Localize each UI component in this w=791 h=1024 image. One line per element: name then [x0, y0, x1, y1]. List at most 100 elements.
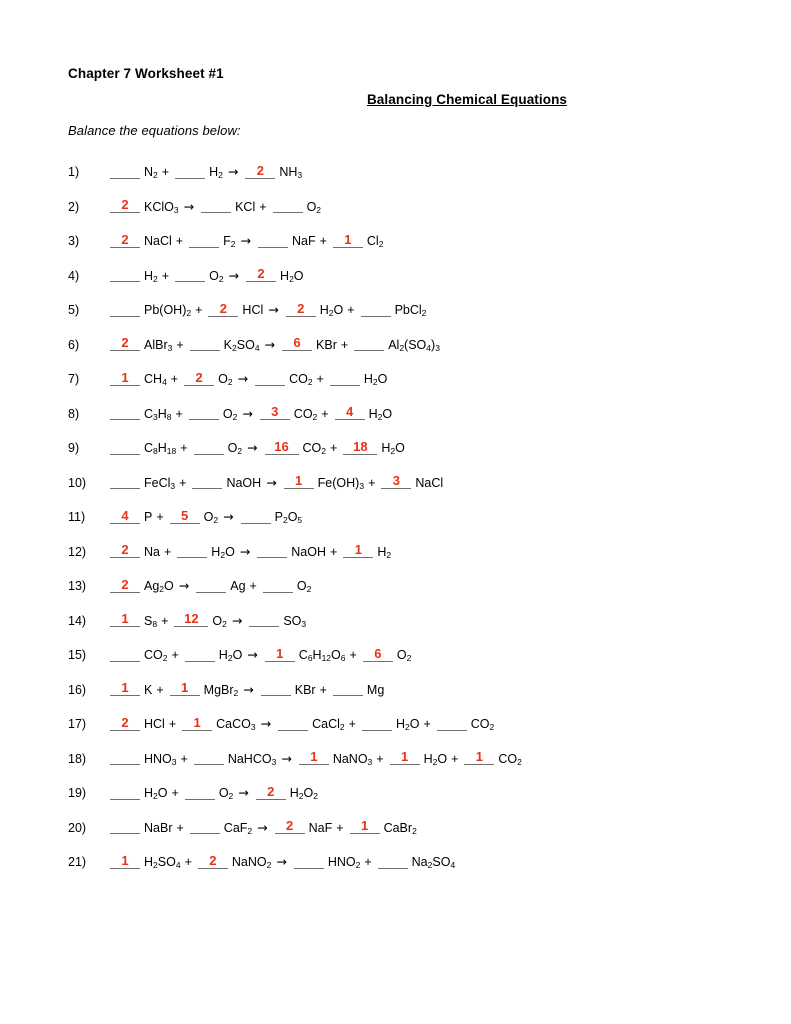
coefficient-blank[interactable] [184, 784, 215, 800]
chemical-formula: NaNO3 [332, 751, 373, 767]
coefficient-answer: 1 [310, 749, 318, 764]
coefficient-blank[interactable]: 2 [110, 577, 140, 593]
coefficient-blank[interactable] [262, 577, 293, 593]
coefficient-blank[interactable]: 5 [169, 508, 200, 524]
coefficient-blank[interactable]: 4 [334, 404, 365, 420]
coefficient-blank[interactable]: 2 [208, 301, 239, 317]
coefficient-blank[interactable]: 1 [343, 542, 374, 558]
coefficient-blank[interactable]: 1 [110, 370, 140, 386]
coefficient-blank[interactable] [110, 439, 140, 455]
coefficient-blank[interactable]: 1 [182, 715, 213, 731]
formula-subscript: 6 [340, 653, 346, 663]
coefficient-blank[interactable] [332, 680, 363, 696]
coefficient-blank[interactable] [260, 680, 291, 696]
coefficient-blank[interactable] [257, 542, 288, 558]
coefficient-answer: 1 [344, 231, 352, 247]
coefficient-blank[interactable]: 16 [264, 439, 299, 455]
formula-subscript: 2 [307, 377, 313, 387]
chemical-formula: H2 [144, 268, 158, 284]
coefficient-blank[interactable] [255, 370, 286, 386]
equation-number: 19) [68, 786, 87, 800]
coefficient-blank[interactable]: 3 [259, 404, 290, 420]
coefficient-blank[interactable]: 1 [110, 680, 140, 696]
coefficient-blank[interactable] [110, 301, 140, 317]
coefficient-blank[interactable] [293, 853, 324, 869]
coefficient-blank[interactable]: 3 [381, 473, 412, 489]
equation-body: 2 KClO3 → KCl + O2 [108, 197, 322, 221]
coefficient-blank[interactable] [175, 266, 206, 282]
coefficient-blank[interactable]: 2 [255, 784, 286, 800]
coefficient-answer: 1 [400, 749, 409, 764]
coefficient-blank[interactable] [189, 232, 220, 248]
plus-operator: + [176, 820, 184, 835]
coefficient-blank[interactable] [193, 749, 224, 765]
coefficient-blank[interactable] [189, 818, 220, 834]
coefficient-blank[interactable]: 2 [246, 266, 277, 282]
plus-operator: + [176, 337, 184, 352]
coefficient-blank[interactable]: 1 [332, 231, 363, 248]
plus-operator: + [171, 648, 179, 662]
coefficient-blank[interactable] [110, 749, 140, 765]
coefficient-blank[interactable] [192, 473, 223, 489]
coefficient-blank[interactable]: 2 [110, 715, 140, 731]
coefficient-blank[interactable]: 2 [110, 232, 140, 248]
chemical-formula: CaCO3 [216, 717, 256, 732]
coefficient-blank[interactable]: 1 [464, 749, 495, 765]
chemical-formula: NH3 [279, 165, 303, 180]
coefficient-blank[interactable] [175, 163, 206, 179]
formula-subscript: 2 [404, 722, 410, 732]
coefficient-blank[interactable]: 2 [110, 542, 140, 558]
coefficient-blank[interactable]: 1 [389, 749, 420, 765]
coefficient-blank[interactable] [110, 784, 140, 800]
coefficient-blank[interactable] [188, 404, 219, 420]
coefficient-blank[interactable]: 4 [110, 508, 140, 524]
coefficient-blank[interactable]: 1 [298, 749, 329, 765]
coefficient-blank[interactable] [377, 853, 408, 869]
coefficient-blank[interactable] [436, 715, 467, 731]
coefficient-blank[interactable] [184, 646, 215, 662]
chemical-formula: NaNO2 [231, 855, 272, 870]
coefficient-blank[interactable]: 1 [169, 680, 200, 696]
coefficient-blank[interactable] [110, 473, 140, 489]
coefficient-blank[interactable] [201, 197, 232, 213]
equation-body: 2 Ag2O → Ag + O2 [108, 577, 312, 601]
coefficient-blank[interactable] [196, 577, 227, 593]
plus-operator: + [348, 717, 356, 731]
coefficient-blank[interactable] [110, 404, 140, 420]
coefficient-blank[interactable] [110, 163, 140, 179]
coefficient-blank[interactable] [110, 266, 140, 282]
coefficient-blank[interactable] [278, 715, 309, 731]
coefficient-blank[interactable]: 2 [110, 335, 140, 351]
coefficient-blank[interactable]: 6 [362, 646, 393, 662]
coefficient-blank[interactable]: 1 [110, 853, 140, 869]
coefficient-blank[interactable] [110, 818, 140, 834]
coefficient-blank[interactable]: 18 [343, 439, 378, 455]
coefficient-blank[interactable] [193, 439, 224, 455]
coefficient-blank[interactable] [257, 232, 288, 248]
coefficient-blank[interactable]: 2 [285, 301, 316, 317]
coefficient-blank[interactable] [110, 646, 140, 662]
coefficient-blank[interactable] [354, 335, 385, 351]
coefficient-blank[interactable]: 2 [197, 853, 228, 869]
coefficient-blank[interactable]: 1 [264, 646, 295, 662]
coefficient-blank[interactable] [329, 370, 360, 386]
coefficient-blank[interactable]: 12 [174, 611, 209, 627]
coefficient-blank[interactable] [177, 542, 208, 558]
coefficient-blank[interactable]: 2 [245, 163, 276, 179]
coefficient-blank[interactable] [189, 335, 220, 351]
coefficient-blank[interactable]: 1 [283, 473, 314, 489]
chemical-formula: CH4 [144, 372, 167, 387]
coefficient-blank[interactable]: 1 [349, 818, 380, 834]
coefficient-blank[interactable]: 1 [110, 611, 140, 627]
coefficient-blank[interactable]: 2 [184, 370, 215, 386]
coefficient-blank[interactable] [361, 715, 392, 731]
coefficient-blank[interactable]: 2 [110, 197, 140, 213]
coefficient-blank[interactable]: 6 [282, 335, 313, 351]
chemical-formula: SO3 [283, 613, 307, 629]
coefficient-blank[interactable] [240, 508, 271, 524]
coefficient-blank[interactable] [249, 611, 280, 627]
coefficient-blank[interactable] [360, 301, 391, 317]
coefficient-blank[interactable] [272, 197, 303, 213]
coefficient-blank[interactable]: 2 [274, 818, 305, 834]
formula-subscript: 2 [339, 722, 345, 732]
